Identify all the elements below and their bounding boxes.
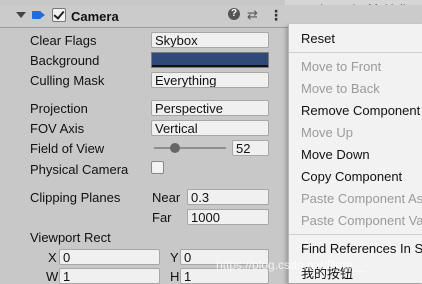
near-clip-input[interactable]: 0.3 [187,189,269,205]
projection-label: Projection [30,101,88,116]
viewport-y-label[interactable]: Y [170,250,179,265]
physical-camera-label: Physical Camera [30,162,129,177]
component-enabled-checkbox[interactable] [52,8,66,22]
camera-icon [32,11,41,19]
viewport-rect-label: Viewport Rect [30,230,111,245]
menu-separator [289,52,422,53]
field-of-view-slider-track[interactable] [154,147,226,149]
viewport-h-label[interactable]: H [170,269,179,284]
viewport-w-label[interactable]: W [46,269,58,284]
culling-mask-label: Culling Mask [30,73,105,88]
menu-item-find-references[interactable]: Find References In Sc [301,241,422,256]
help-icon[interactable]: ? [228,8,240,20]
watermark: https://blog.csdn.net/Dore__ [216,258,367,272]
culling-mask-dropdown[interactable]: Everything [151,72,269,88]
component-title: Camera [71,9,119,24]
field-of-view-input[interactable]: 52 [232,140,269,156]
menu-item-move-to-front: Move to Front [301,59,382,74]
viewport-w-input[interactable]: 1 [59,268,160,284]
component-menu-icon[interactable]: ⋮ [269,7,283,24]
far-label: Far [152,210,172,225]
field-of-view-slider-thumb[interactable] [170,143,180,153]
clear-flags-dropdown[interactable]: Skybox [151,32,269,48]
menu-item-paste-component-values: Paste Component Va [301,213,422,228]
menu-item-copy-component[interactable]: Copy Component [301,169,402,184]
menu-item-reset[interactable]: Reset [301,31,335,46]
menu-separator [289,234,422,235]
viewport-x-label[interactable]: X [48,250,57,265]
menu-item-paste-component-as-new: Paste Component As [301,191,422,206]
near-label: Near [152,190,181,205]
fov-axis-dropdown[interactable]: Vertical [151,120,269,136]
field-of-view-label: Field of View [30,141,105,156]
fov-axis-label: FOV Axis [30,121,85,136]
preset-icon[interactable]: ⇄ [247,7,258,23]
projection-dropdown[interactable]: Perspective [151,100,269,116]
menu-item-move-down[interactable]: Move Down [301,147,370,162]
clear-flags-label: Clear Flags [30,33,97,48]
clipping-planes-label: Clipping Planes [30,190,121,205]
physical-camera-checkbox[interactable] [151,161,164,174]
background-color-field[interactable] [151,52,269,68]
foldout-arrow-icon[interactable] [16,12,26,18]
component-context-menu: Reset Move to Front Move to Back Remove … [288,24,422,283]
background-label: Background [30,53,100,68]
viewport-x-input[interactable]: 0 [59,249,160,265]
menu-item-move-to-back: Move to Back [301,81,380,96]
menu-item-move-up: Move Up [301,125,354,140]
far-clip-input[interactable]: 1000 [187,209,269,225]
menu-item-remove-component[interactable]: Remove Component [301,103,420,118]
